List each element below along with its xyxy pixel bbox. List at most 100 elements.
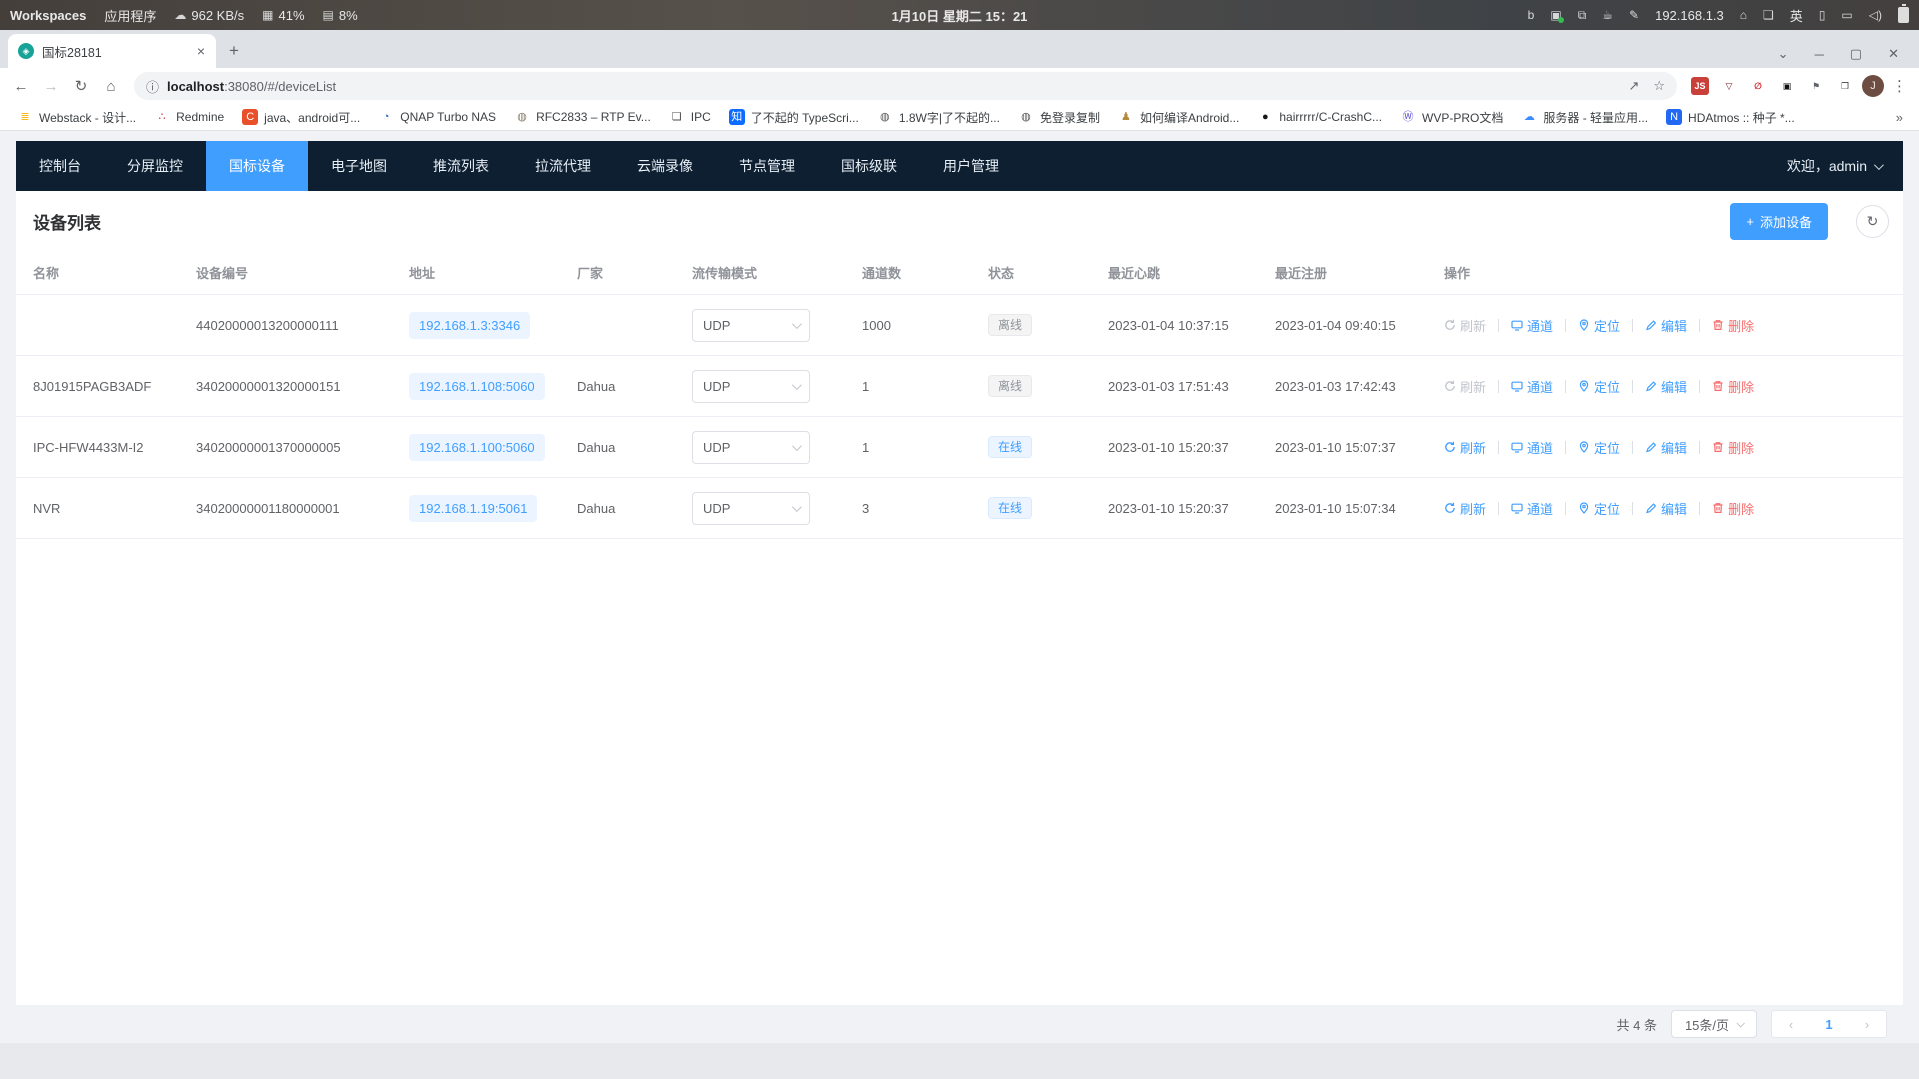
stream-mode-select[interactable]: UDP xyxy=(692,431,810,464)
refresh-action[interactable]: 刷新 xyxy=(1444,438,1486,457)
nav-item-3[interactable]: 国标设备 xyxy=(206,141,308,191)
edit-action[interactable]: 编辑 xyxy=(1645,316,1687,335)
refresh-action[interactable]: 刷新 xyxy=(1444,499,1486,518)
locate-action[interactable]: 定位 xyxy=(1578,377,1620,396)
new-tab-button[interactable]: + xyxy=(220,37,248,65)
bookmark-android-compile-icon: ♟ xyxy=(1118,109,1134,125)
profile-avatar[interactable]: J xyxy=(1862,75,1884,97)
address-chip[interactable]: 192.168.1.19:5061 xyxy=(409,495,537,522)
share-icon[interactable]: ↗ xyxy=(1628,78,1639,94)
window-restore-button[interactable]: ▢ xyxy=(1850,46,1862,62)
address-chip[interactable]: 192.168.1.100:5060 xyxy=(409,434,545,461)
nav-item-1[interactable]: 控制台 xyxy=(16,141,104,191)
window-minimize-button[interactable]: ─ xyxy=(1815,47,1824,62)
cpu-icon: ▦ xyxy=(262,8,273,22)
add-device-button[interactable]: + 添加设备 xyxy=(1730,203,1828,240)
bookmark-qnap[interactable]: ◔QNAP Turbo NAS xyxy=(371,106,503,128)
delete-action[interactable]: 删除 xyxy=(1712,499,1754,518)
workspace-layout-icon[interactable]: ❏ xyxy=(1763,8,1774,22)
nav-item-5[interactable]: 推流列表 xyxy=(410,141,512,191)
edit-action[interactable]: 编辑 xyxy=(1645,377,1687,396)
tab-extension-icon[interactable]: ❐ xyxy=(1836,77,1854,95)
bookmark-webstack[interactable]: ≣Webstack - 设计... xyxy=(10,106,143,129)
workspaces-button[interactable]: Workspaces xyxy=(10,8,86,23)
applications-menu[interactable]: 应用程序 xyxy=(104,6,156,25)
forward-button[interactable]: → xyxy=(38,73,64,99)
reload-button[interactable]: ↻ xyxy=(68,73,94,99)
address-chip[interactable]: 192.168.1.108:5060 xyxy=(409,373,545,400)
clipboard-tray-icon[interactable]: ⧉ xyxy=(1578,8,1587,23)
back-button[interactable]: ← xyxy=(8,73,34,99)
page-size-select[interactable]: 15条/页 xyxy=(1671,1010,1757,1038)
address-bar[interactable]: ⓘ localhost:38080/#/deviceList ↗ ☆ xyxy=(134,72,1677,100)
bookmark-github-crash[interactable]: ●hairrrrr/C-CrashC... xyxy=(1250,106,1389,128)
bookmark-rfc2833[interactable]: ◍RFC2833 – RTP Ev... xyxy=(507,106,658,128)
phone-link-icon[interactable]: ▯ xyxy=(1819,8,1826,22)
adblock-extension-icon[interactable]: ∅ xyxy=(1749,77,1767,95)
nav-item-10[interactable]: 用户管理 xyxy=(920,141,1022,191)
nav-item-9[interactable]: 国标级联 xyxy=(818,141,920,191)
color-picker-tray-icon[interactable]: ✎ xyxy=(1629,8,1639,22)
bookmark-18w[interactable]: ◍1.8W字|了不起的... xyxy=(870,106,1007,129)
delete-action[interactable]: 删除 xyxy=(1712,377,1754,396)
input-language-indicator[interactable]: 英 xyxy=(1790,6,1803,25)
refresh-list-button[interactable]: ↻ xyxy=(1856,205,1889,238)
locate-action[interactable]: 定位 xyxy=(1578,316,1620,335)
bookmarks-overflow-icon[interactable]: » xyxy=(1890,110,1909,125)
next-page-button[interactable]: › xyxy=(1848,1017,1886,1032)
battery-icon xyxy=(1898,7,1909,23)
bookmark-copy-free[interactable]: ◍免登录复制 xyxy=(1011,106,1107,129)
nav-item-8[interactable]: 节点管理 xyxy=(716,141,818,191)
channel-action[interactable]: 通道 xyxy=(1511,438,1553,457)
delete-action[interactable]: 删除 xyxy=(1712,438,1754,457)
bing-tray-icon[interactable]: b xyxy=(1528,8,1535,22)
bookmark-wvp-doc[interactable]: ⓌWVP-PRO文档 xyxy=(1393,106,1510,129)
nav-item-7[interactable]: 云端录像 xyxy=(614,141,716,191)
site-info-icon[interactable]: ⓘ xyxy=(146,77,159,96)
delete-action[interactable]: 删除 xyxy=(1712,316,1754,335)
ip-address-indicator[interactable]: 192.168.1.3 xyxy=(1655,8,1724,23)
browser-home-button[interactable]: ⌂ xyxy=(98,73,124,99)
edit-action[interactable]: 编辑 xyxy=(1645,438,1687,457)
window-close-button[interactable]: ✕ xyxy=(1888,46,1899,62)
display-icon[interactable]: ▭ xyxy=(1841,8,1852,22)
bookmark-ipc-folder[interactable]: ❏IPC xyxy=(662,106,718,128)
screenshot-tray-icon[interactable]: ▣ xyxy=(1550,8,1561,22)
prev-page-button[interactable]: ‹ xyxy=(1772,1017,1810,1032)
puzzle-extension-icon[interactable]: ⚑ xyxy=(1807,77,1825,95)
browser-menu-icon[interactable]: ⋮ xyxy=(1888,77,1911,95)
divider xyxy=(1498,380,1499,393)
divider xyxy=(1632,380,1633,393)
channel-action[interactable]: 通道 xyxy=(1511,499,1553,518)
volume-icon[interactable]: ◁) xyxy=(1869,8,1882,22)
bookmark-hdatmos[interactable]: NHDAtmos :: 种子 *... xyxy=(1659,106,1802,129)
locate-action[interactable]: 定位 xyxy=(1578,438,1620,457)
channel-action[interactable]: 通道 xyxy=(1511,316,1553,335)
user-menu[interactable]: 欢迎，admin xyxy=(1787,156,1903,176)
js-extension-icon[interactable]: JS xyxy=(1691,77,1709,95)
bookmark-zhihu-typescript[interactable]: 知了不起的 TypeScri... xyxy=(722,106,866,129)
coffee-tray-icon[interactable]: ☕ xyxy=(1602,8,1613,22)
tab-search-icon[interactable]: ⌄ xyxy=(1778,46,1789,62)
wine-extension-icon[interactable]: ▽ xyxy=(1720,77,1738,95)
stream-mode-select[interactable]: UDP xyxy=(692,309,810,342)
nav-item-6[interactable]: 拉流代理 xyxy=(512,141,614,191)
browser-tab[interactable]: ◈ 国标28181 × xyxy=(8,34,216,68)
bookmark-redmine[interactable]: ∴Redmine xyxy=(147,106,231,128)
locate-action[interactable]: 定位 xyxy=(1578,499,1620,518)
current-page-button[interactable]: 1 xyxy=(1810,1017,1848,1032)
nav-item-2[interactable]: 分屏监控 xyxy=(104,141,206,191)
bookmark-android-compile[interactable]: ♟如何编译Android... xyxy=(1111,106,1246,129)
address-chip[interactable]: 192.168.1.3:3346 xyxy=(409,312,530,339)
channel-action[interactable]: 通道 xyxy=(1511,377,1553,396)
bookmark-java-android[interactable]: Cjava、android可... xyxy=(235,106,367,129)
frame-extension-icon[interactable]: ▣ xyxy=(1778,77,1796,95)
nav-item-4[interactable]: 电子地图 xyxy=(308,141,410,191)
bookmark-star-icon[interactable]: ☆ xyxy=(1653,78,1665,94)
stream-mode-select[interactable]: UDP xyxy=(692,370,810,403)
edit-action[interactable]: 编辑 xyxy=(1645,499,1687,518)
stream-mode-select[interactable]: UDP xyxy=(692,492,810,525)
home-tray-icon[interactable]: ⌂ xyxy=(1740,8,1747,22)
bookmark-server-cloud[interactable]: ☁服务器 - 轻量应用... xyxy=(1514,106,1655,129)
tab-close-icon[interactable]: × xyxy=(194,43,208,59)
